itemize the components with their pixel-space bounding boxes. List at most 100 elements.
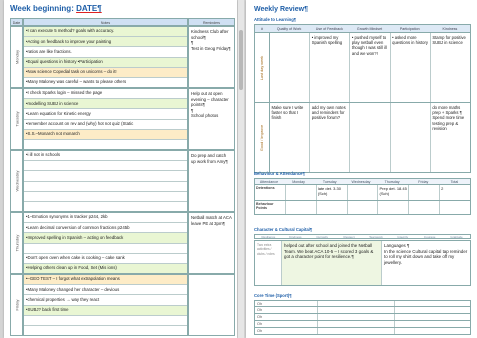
day-label-text: Friday: [14, 299, 19, 311]
behaviour-cell[interactable]: 2: [440, 185, 470, 200]
core-time-cell[interactable]: Oh: [255, 328, 318, 334]
core-time-cell[interactable]: [318, 307, 395, 313]
section-character-title: Character & Cultural Capital¶: [254, 227, 313, 232]
title-date: DATE¶: [76, 4, 102, 13]
attitude-header-cell: Quality of Work: [276, 27, 302, 31]
behaviour-row-label: Behaviour Points: [255, 201, 286, 214]
day-block-friday: Friday •–GEO TEST – I forgot what extrapo…: [10, 274, 235, 336]
day-reminders[interactable]: [188, 274, 235, 336]
note-line[interactable]: •I check Sparks login – missed the page: [24, 89, 187, 100]
note-line[interactable]: •Learn equation for Kinetic energy: [24, 109, 187, 120]
note-line[interactable]: •modelling SUBJ in science: [24, 99, 187, 110]
core-time-cell[interactable]: Oh: [255, 301, 318, 306]
behaviour-header-row: Attendance Monday Tuesday Wednesday Thursday…: [254, 178, 471, 185]
behaviour-header-cell: Total: [450, 180, 459, 184]
attitude-header-cell: Kindness: [442, 27, 458, 31]
day-reminders[interactable]: Help out at open evening – character poi…: [188, 88, 235, 150]
section-behaviour-title: Behaviour & Attendance¶: [254, 171, 305, 176]
behaviour-row: Detentions late det. 3.30 (Sch) Prep det. …: [254, 185, 471, 201]
note-line[interactable]: •SUBJ? back first time: [24, 305, 187, 316]
note-line[interactable]: [24, 171, 187, 182]
attitude-cell[interactable]: • improved my Spanish spelling: [310, 33, 351, 102]
note-line[interactable]: [24, 325, 187, 336]
behaviour-cell[interactable]: [348, 185, 379, 200]
core-time-row: Oh: [254, 328, 471, 335]
behaviour-cell[interactable]: [286, 201, 317, 214]
day-block-thursday: Thursday •1–Emotion synonyms in tracker p…: [10, 212, 235, 274]
note-line[interactable]: [24, 161, 187, 172]
core-time-cell[interactable]: [395, 301, 471, 306]
day-label-text: Wednesday: [14, 170, 19, 192]
note-line[interactable]: •i ill not in schools: [24, 151, 187, 162]
attitude-cell[interactable]: add my own notes and reminders for posit…: [310, 103, 351, 172]
core-time-cell[interactable]: Oh: [255, 321, 318, 327]
attitude-cell[interactable]: Stamp for positive SUBJ in science: [431, 33, 470, 102]
behaviour-cell[interactable]: [378, 201, 410, 214]
note-line[interactable]: [24, 315, 187, 326]
note-line[interactable]: •Don't open oven when cake is cooking – …: [24, 253, 187, 264]
day-block-monday: Monday •I can execute 5 method? goals wit…: [10, 26, 235, 88]
behaviour-cell[interactable]: [409, 185, 441, 200]
attitude-cell[interactable]: [350, 103, 391, 172]
note-line[interactable]: •ratios are like fractions.: [24, 47, 187, 58]
planner-header-row: Date Notes Reminders: [10, 18, 235, 26]
behaviour-header-cell: Tuesday: [322, 180, 337, 184]
core-time-row: Oh: [254, 307, 471, 314]
attitude-row-label-text: Last day week: [260, 55, 264, 80]
day-reminders[interactable]: Do prep and catch up work from Amy¶: [188, 150, 235, 212]
behaviour-cell[interactable]: [409, 201, 441, 214]
core-time-cell[interactable]: [395, 321, 471, 327]
core-time-cell[interactable]: [318, 321, 395, 327]
note-line[interactable]: •Now science Copedial task on unicorns –…: [24, 67, 187, 78]
note-line[interactable]: •Equal questions in history •Participati…: [24, 57, 187, 68]
core-time-cell[interactable]: [318, 314, 395, 320]
behaviour-cell[interactable]: late det. 3.30 (Sch): [317, 185, 348, 200]
core-time-cell[interactable]: [395, 307, 471, 313]
vertical-scrollbar[interactable]: [238, 0, 244, 338]
behaviour-header-cell: Attendance: [259, 180, 279, 184]
note-line[interactable]: [24, 201, 187, 212]
note-line[interactable]: •Many Maloney was careful – wants to ple…: [24, 77, 187, 88]
note-line[interactable]: •–GEO TEST – I forgot what extrapolation…: [24, 275, 187, 286]
attitude-cell[interactable]: do more maths prep + Sparks ¶ Spend more…: [431, 103, 470, 172]
behaviour-header-cell: Wednesday: [351, 180, 371, 184]
note-line[interactable]: [24, 191, 187, 202]
note-line[interactable]: •Helping others clean up in Food, Set (M…: [24, 263, 187, 274]
note-line[interactable]: •chemical properties → way they react: [24, 295, 187, 306]
day-reminders[interactable]: Kindness Club after school¶ ¶ Test in Ge…: [188, 26, 235, 88]
behaviour-cell[interactable]: [440, 201, 470, 214]
core-time-cell[interactable]: [395, 328, 471, 334]
core-time-row: Oh: [254, 314, 471, 321]
note-line[interactable]: •I can execute 5 method? goals with accu…: [24, 27, 187, 38]
note-line[interactable]: •1–Emotion synonyms in tracker p244, 2kb: [24, 213, 187, 224]
day-reminders[interactable]: Netball match at ACA leave PE at 3pm¶: [188, 212, 235, 274]
behaviour-cell[interactable]: [317, 201, 348, 214]
page-left: Week beginning: DATE¶ Date Notes Reminde…: [4, 0, 237, 338]
scrollbar-thumb[interactable]: [239, 30, 243, 90]
attitude-row-label-text: Good / Improve: [260, 124, 264, 151]
core-time-cell[interactable]: [318, 301, 395, 306]
core-time-table: Oh Oh Oh Oh Oh: [254, 300, 471, 335]
note-line[interactable]: •Many Maloney changed her character – de…: [24, 285, 187, 296]
note-line[interactable]: •Improved spelling in Spanish – acting o…: [24, 233, 187, 244]
attitude-cell[interactable]: • asked more questions in history: [391, 33, 431, 102]
note-line[interactable]: •Acting on feedback to improve your pain…: [24, 37, 187, 48]
header-notes: Notes: [23, 18, 188, 26]
core-time-cell[interactable]: [395, 314, 471, 320]
behaviour-cell[interactable]: Prep det. 18.45 (Sch): [378, 185, 410, 200]
note-line[interactable]: •S.S.–Monarch not monarch: [24, 129, 187, 140]
attitude-cell[interactable]: [391, 103, 431, 172]
core-time-cell[interactable]: [318, 328, 395, 334]
core-time-cell[interactable]: Oh: [255, 314, 318, 320]
behaviour-cell[interactable]: [348, 201, 379, 214]
attitude-cell[interactable]: • pushed myself to play netball even tho…: [350, 33, 391, 102]
note-line[interactable]: [24, 243, 187, 254]
core-time-cell[interactable]: Oh: [255, 307, 318, 313]
note-line[interactable]: •remember account on rev and (why) hot n…: [24, 119, 187, 130]
attitude-cell[interactable]: [270, 33, 311, 102]
note-line[interactable]: •Learn decimal conversion of common frac…: [24, 223, 187, 234]
note-line[interactable]: [24, 181, 187, 192]
attitude-cell[interactable]: Make sure I write faster so that I finis…: [270, 103, 311, 172]
note-line[interactable]: [24, 139, 187, 150]
behaviour-cell[interactable]: [286, 185, 317, 200]
